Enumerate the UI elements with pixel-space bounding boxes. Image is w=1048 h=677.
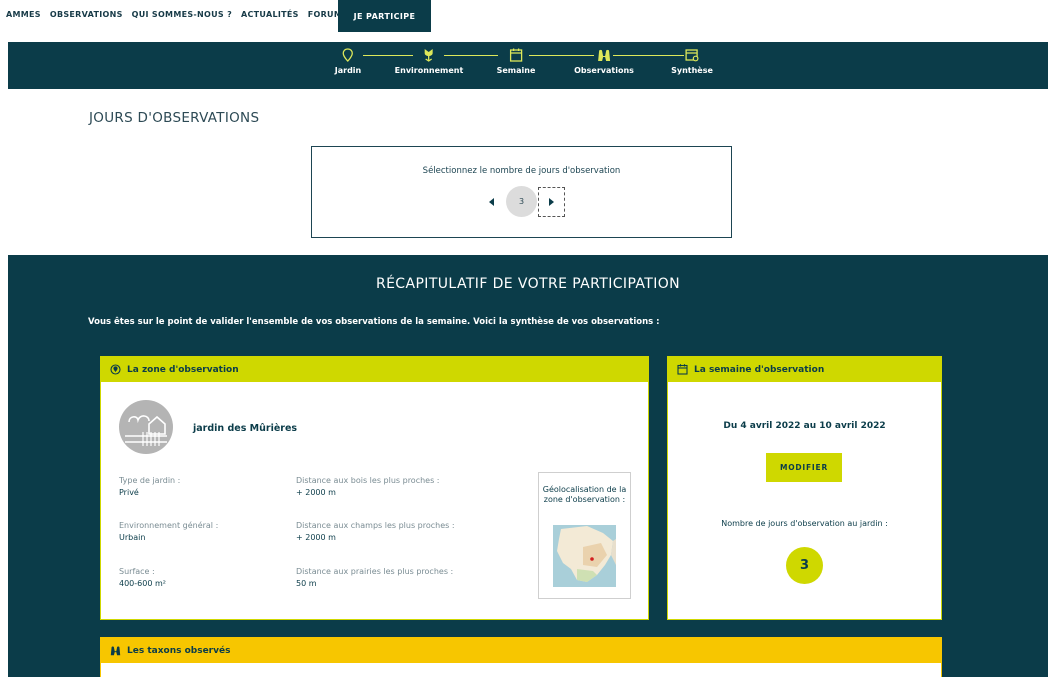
field-label: Type de jardin : bbox=[119, 476, 181, 485]
calendar-icon bbox=[509, 48, 523, 62]
garden-illustration-icon bbox=[125, 415, 167, 446]
previous-arrow-icon[interactable] bbox=[489, 198, 494, 206]
step-jardin[interactable]: Jardin bbox=[335, 48, 361, 75]
field-label: Distance aux bois les plus proches : bbox=[296, 476, 440, 485]
field-value: Urbain bbox=[119, 533, 146, 542]
taxa-card: Les taxons observés bbox=[100, 637, 942, 677]
field-value: + 2000 m bbox=[296, 488, 336, 497]
days-count-badge: 3 bbox=[786, 547, 823, 584]
field-label: Distance aux prairies les plus proches : bbox=[296, 567, 454, 576]
next-arrow-icon bbox=[549, 198, 554, 206]
step-label: Observations bbox=[574, 66, 634, 75]
recap-intro: Vous êtes sur le point de valider l'ense… bbox=[88, 317, 660, 327]
days-count-label: Nombre de jours d'observation au jardin … bbox=[721, 519, 888, 528]
flower-icon bbox=[425, 49, 433, 62]
recap-section: RÉCAPITULATIF DE VOTRE PARTICIPATION Vou… bbox=[8, 255, 1048, 677]
week-card: La semaine d'observation Du 4 avril 2022… bbox=[667, 356, 942, 620]
woods-distance-field: Distance aux bois les plus proches : + 2… bbox=[296, 476, 440, 497]
step-synthese[interactable]: Synthèse bbox=[671, 48, 713, 75]
step-label: Semaine bbox=[496, 66, 536, 75]
week-card-header: La semaine d'observation bbox=[668, 357, 941, 382]
location-pin-icon bbox=[342, 48, 354, 62]
zone-card-title: La zone d'observation bbox=[127, 364, 239, 375]
garden-name: jardin des Mûrières bbox=[193, 423, 298, 434]
fields-distance-field: Distance aux champs les plus proches : +… bbox=[296, 521, 455, 542]
participate-button[interactable]: JE PARTICIPE bbox=[338, 0, 431, 32]
taxa-card-header: Les taxons observés bbox=[101, 638, 941, 663]
field-value: Privé bbox=[119, 488, 139, 497]
progress-stepper: Jardin Environnement Semaine Observation… bbox=[8, 42, 1048, 89]
step-label: Environnement bbox=[394, 66, 464, 75]
field-label: Distance aux champs les plus proches : bbox=[296, 521, 455, 530]
field-value: + 2000 m bbox=[296, 533, 336, 542]
section-title: JOURS D'OBSERVATIONS bbox=[89, 110, 260, 126]
geolocation-box: Géolocalisation de la zone d'observation… bbox=[538, 472, 631, 599]
nav-links: AMMES OBSERVATIONS QUI SOMMES-NOUS ? ACT… bbox=[6, 10, 342, 19]
step-label: Synthèse bbox=[671, 66, 713, 75]
day-count-prompt: Sélectionnez le nombre de jours d'observ… bbox=[422, 166, 621, 176]
nav-link-forum[interactable]: FORUM bbox=[308, 10, 342, 19]
step-environnement[interactable]: Environnement bbox=[394, 48, 464, 75]
step-label: Jardin bbox=[334, 66, 362, 75]
surface-field: Surface : 400-600 m² bbox=[119, 567, 166, 588]
calendar-icon bbox=[677, 364, 688, 375]
location-pin-icon bbox=[110, 364, 121, 375]
zone-card: La zone d'observation jardin des Mûrière… bbox=[100, 356, 649, 620]
location-map[interactable] bbox=[553, 525, 616, 587]
summary-card-icon bbox=[685, 49, 699, 62]
nav-link-observations[interactable]: OBSERVATIONS bbox=[50, 10, 123, 19]
garden-type-field: Type de jardin : Privé bbox=[119, 476, 180, 497]
butterfly-icon bbox=[597, 49, 610, 61]
field-label: Environnement général : bbox=[119, 521, 219, 530]
modify-button[interactable]: MODIFIER bbox=[766, 453, 842, 482]
nav-link-programmes[interactable]: AMMES bbox=[6, 10, 41, 19]
nav-link-news[interactable]: ACTUALITÉS bbox=[241, 10, 299, 19]
field-label: Surface : bbox=[119, 567, 155, 576]
step-semaine[interactable]: Semaine bbox=[496, 48, 536, 75]
environment-field: Environnement général : Urbain bbox=[119, 521, 218, 542]
zone-card-header: La zone d'observation bbox=[101, 357, 648, 382]
butterfly-icon bbox=[110, 646, 121, 656]
next-button[interactable] bbox=[538, 187, 565, 217]
day-count-value: 3 bbox=[506, 186, 537, 217]
week-card-title: La semaine d'observation bbox=[694, 364, 825, 375]
day-count-selector: Sélectionnez le nombre de jours d'observ… bbox=[311, 146, 732, 238]
taxa-card-title: Les taxons observés bbox=[127, 645, 231, 656]
field-value: 50 m bbox=[296, 579, 317, 588]
meadows-distance-field: Distance aux prairies les plus proches :… bbox=[296, 567, 453, 588]
step-observations[interactable]: Observations bbox=[574, 48, 634, 75]
recap-title: RÉCAPITULATIF DE VOTRE PARTICIPATION bbox=[375, 276, 681, 292]
field-value: 400-600 m² bbox=[119, 579, 166, 588]
nav-link-about[interactable]: QUI SOMMES-NOUS ? bbox=[132, 10, 232, 19]
garden-avatar bbox=[119, 400, 173, 454]
week-date-range: Du 4 avril 2022 au 10 avril 2022 bbox=[723, 421, 886, 431]
geolocation-label: Géolocalisation de la zone d'observation… bbox=[542, 485, 627, 504]
top-navigation: AMMES OBSERVATIONS QUI SOMMES-NOUS ? ACT… bbox=[0, 0, 1048, 42]
